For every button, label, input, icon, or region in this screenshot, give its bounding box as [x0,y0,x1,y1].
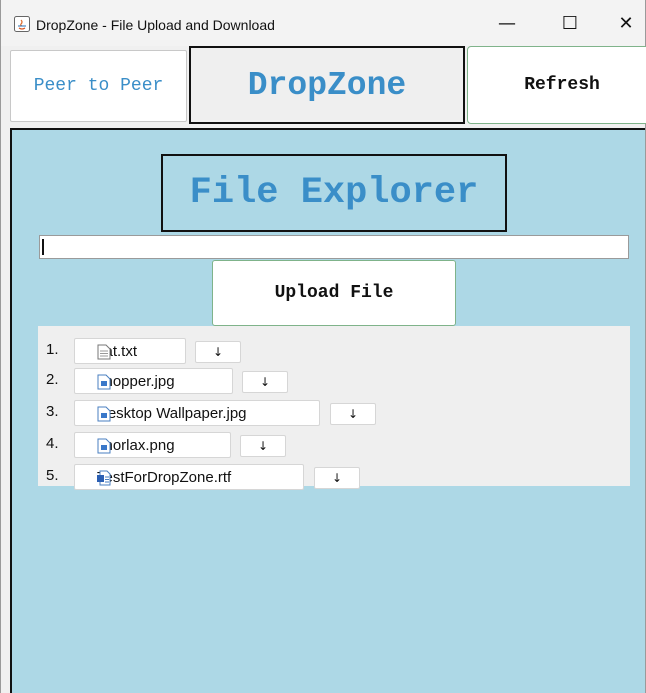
download-button[interactable]: ↓ [242,371,288,393]
download-icon: ↓ [212,345,224,359]
upload-file-label: Upload File [274,283,394,303]
image-file-icon [97,438,111,454]
download-icon: ↓ [347,407,359,421]
file-name: TestForDropZone.rtf [97,468,232,486]
image-file-icon [97,374,111,390]
download-icon: ↓ [331,471,343,485]
file-name: Desktop Wallpaper.jpg [97,404,247,422]
window-title: DropZone - File Upload and Download [36,17,275,33]
maximize-icon: ☐ [561,12,579,34]
list-item-number: 4. [46,435,59,452]
minimize-button[interactable]: — [484,6,530,40]
image-file-icon [97,406,111,422]
app-window: DropZone - File Upload and Download — ☐ … [0,0,646,693]
top-toolbar: Peer to Peer DropZone Refresh [1,46,646,128]
download-button[interactable]: ↓ [240,435,286,457]
minimize-icon: — [498,12,516,34]
brand-label: DropZone [189,46,465,124]
file-explorer-title-text: File Explorer [189,172,479,214]
download-icon: ↓ [257,439,269,453]
file-button[interactable]: TestForDropZone.rtf [74,464,304,490]
file-button[interactable]: chopper.jpg [74,368,233,394]
file-button[interactable]: cat.txt [74,338,186,364]
upload-file-button[interactable]: Upload File [212,260,456,326]
document-file-icon [97,470,111,486]
list-item-number: 2. [46,371,59,388]
file-button[interactable]: Desktop Wallpaper.jpg [74,400,320,426]
download-button[interactable]: ↓ [330,403,376,425]
maximize-button[interactable]: ☐ [547,6,593,40]
refresh-button[interactable]: Refresh [467,46,646,124]
java-app-icon [14,16,30,32]
file-list: 1. cat.txt ↓ 2. chopper.jpg ↓ 3. Desktop… [38,326,630,490]
brand-text: DropZone [247,66,407,104]
text-caret [42,239,44,255]
list-item-number: 3. [46,403,59,420]
title-bar: DropZone - File Upload and Download — ☐ … [1,0,645,46]
download-icon: ↓ [259,375,271,389]
close-button[interactable]: ✕ [603,6,646,40]
peer-to-peer-label: Peer to Peer [33,76,164,96]
close-icon: ✕ [618,12,634,34]
refresh-label: Refresh [524,75,600,95]
file-button[interactable]: snorlax.png [74,432,231,458]
file-explorer-panel: File Explorer Upload File 1. cat.txt ↓ 2… [10,128,645,693]
download-button[interactable]: ↓ [314,467,360,489]
list-item-number: 5. [46,467,59,484]
file-explorer-title: File Explorer [161,154,507,232]
text-file-icon [97,344,111,360]
peer-to-peer-button[interactable]: Peer to Peer [10,50,187,122]
path-input[interactable] [39,235,629,259]
list-item-number: 1. [46,341,59,358]
download-button[interactable]: ↓ [195,341,241,363]
